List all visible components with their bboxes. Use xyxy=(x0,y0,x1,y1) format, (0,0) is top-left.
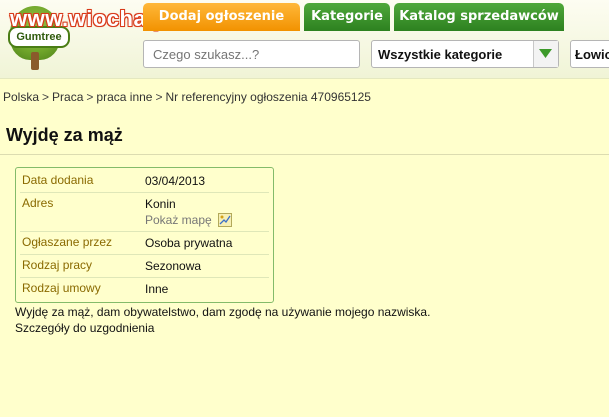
breadcrumb-poland[interactable]: Polska xyxy=(3,90,39,104)
detail-label: Rodzaj umowy xyxy=(22,281,101,295)
detail-label: Rodzaj pracy xyxy=(22,258,93,272)
tab-post-ad[interactable]: Dodaj ogłoszenie xyxy=(143,3,300,31)
breadcrumb-jobs[interactable]: Praca xyxy=(52,90,83,104)
breadcrumb: Polska > Praca > praca inne > Nr referencyjny … xyxy=(3,90,371,104)
detail-row-contract-type: Rodzaj umowy Inne xyxy=(20,278,269,300)
listing-description: Wyjdę za mąż, dam obywatelstwo, dam zgod… xyxy=(15,304,430,336)
show-map-label[interactable]: Pokaż mapę xyxy=(145,213,212,227)
dropdown-button[interactable] xyxy=(533,41,558,67)
description-line: Wyjdę za mąż, dam obywatelstwo, dam zgod… xyxy=(15,305,431,319)
search-input[interactable] xyxy=(143,40,360,68)
detail-row-address: Adres Konin Pokaż mapę xyxy=(20,193,269,232)
category-select[interactable]: Wszystkie kategorie xyxy=(371,40,559,68)
breadcrumb-other-jobs[interactable]: praca inne xyxy=(96,90,152,104)
detail-value-group: Konin Pokaż mapę xyxy=(145,193,269,231)
chevron-down-icon xyxy=(539,49,552,58)
breadcrumb-reference-number: Nr referencyjny ogłoszenia 470965125 xyxy=(165,90,371,104)
detail-row-job-type: Rodzaj pracy Sezonowa xyxy=(20,255,269,278)
page: Gumtree www.wiocha.pl Dodaj ogłoszenie K… xyxy=(0,0,609,417)
breadcrumb-separator: > xyxy=(86,90,94,104)
show-map-link[interactable]: Pokaż mapę xyxy=(145,212,269,228)
map-icon[interactable] xyxy=(218,213,233,227)
divider xyxy=(0,154,609,155)
detail-value: Osoba prywatna xyxy=(145,236,233,250)
detail-value: Sezonowa xyxy=(145,259,202,273)
detail-value: Inne xyxy=(145,282,169,296)
breadcrumb-separator: > xyxy=(155,90,163,104)
header: Gumtree www.wiocha.pl Dodaj ogłoszenie K… xyxy=(0,0,609,79)
detail-value: Konin xyxy=(145,197,176,211)
tree-trunk xyxy=(31,52,39,70)
location-input[interactable]: Łowicz xyxy=(570,40,609,68)
listing-details-table: Data dodania 03/04/2013 Adres Konin Poka… xyxy=(15,167,274,303)
detail-label: Data dodania xyxy=(22,173,94,187)
category-select-value: Wszystkie kategorie xyxy=(378,47,503,62)
detail-row-posted-by: Ogłaszane przez Osoba prywatna xyxy=(20,232,269,255)
detail-value: 03/04/2013 xyxy=(145,174,206,188)
tab-seller-catalog[interactable]: Katalog sprzedawców xyxy=(394,3,564,31)
breadcrumb-separator: > xyxy=(42,90,50,104)
detail-label: Adres xyxy=(22,196,54,210)
tab-categories[interactable]: Kategorie xyxy=(304,3,390,31)
listing-title: Wyjdę za mąż xyxy=(6,125,123,145)
detail-row-date-added: Data dodania 03/04/2013 xyxy=(20,170,269,193)
detail-label: Ogłaszane przez xyxy=(22,235,113,249)
description-line: Szczegóły do uzgodnienia xyxy=(15,321,155,335)
